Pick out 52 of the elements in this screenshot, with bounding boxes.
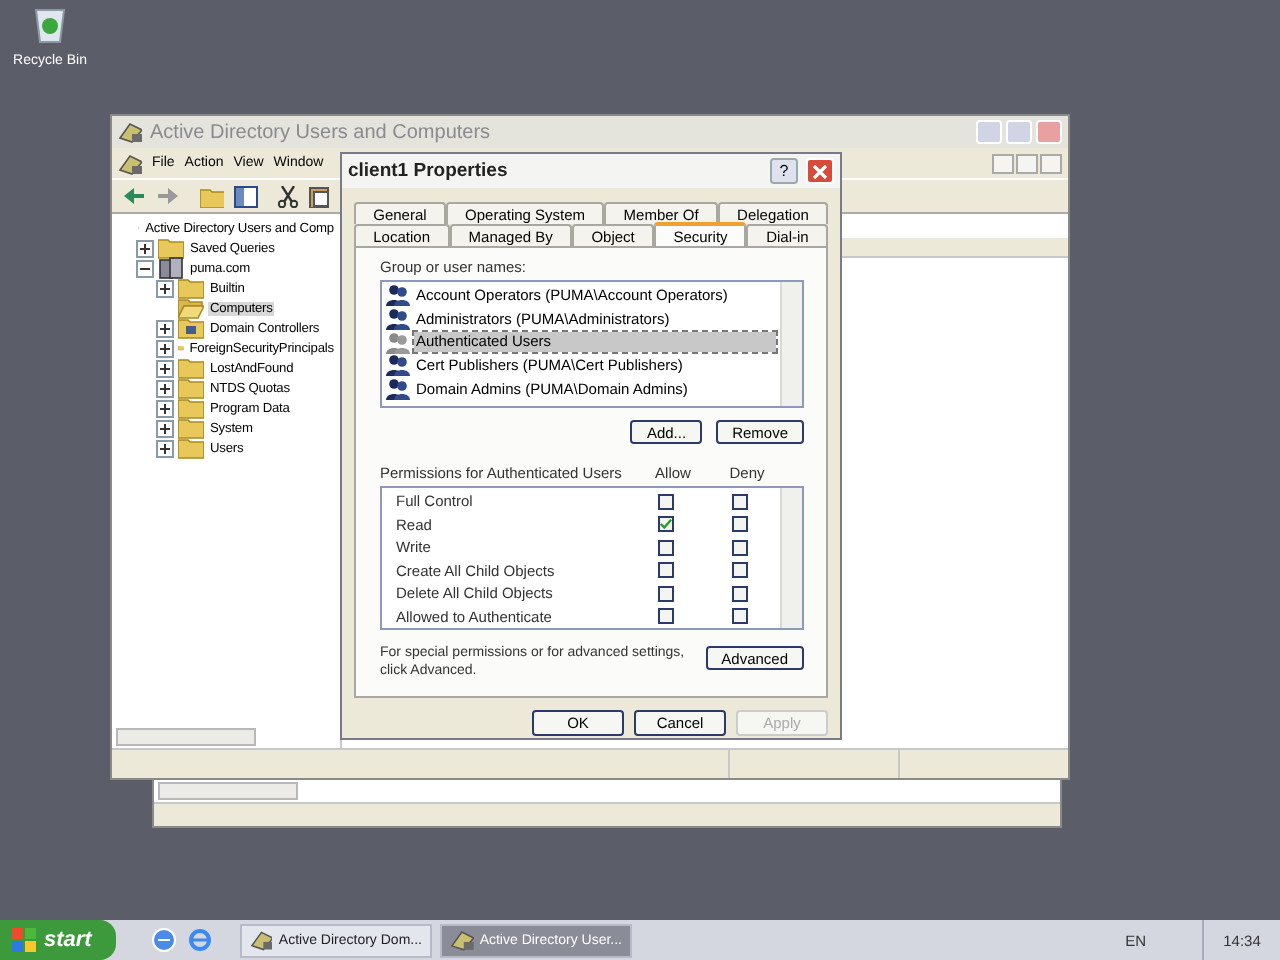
check-icon [659, 518, 671, 531]
app-icon [250, 928, 273, 952]
expand-icon[interactable] [156, 339, 174, 357]
group-icon [386, 308, 410, 331]
scrollbar[interactable] [780, 282, 802, 406]
app-icon [450, 928, 474, 952]
app-icon [118, 120, 142, 144]
recycle-bin-icon [32, 4, 68, 44]
scrollbar[interactable] [116, 728, 256, 746]
checkbox[interactable] [731, 539, 747, 556]
panel-icon [234, 185, 258, 207]
checkbox[interactable] [731, 585, 747, 602]
folder-up-icon [200, 185, 224, 207]
checkbox[interactable] [657, 493, 673, 510]
collapse-icon[interactable] [136, 259, 154, 277]
scrollbar[interactable] [780, 488, 802, 628]
dialog-title: client1 Properties [348, 160, 508, 182]
checkbox[interactable] [731, 562, 747, 579]
start-button[interactable]: start [0, 920, 116, 960]
group-icon [386, 378, 410, 401]
group-icon [386, 284, 410, 307]
domain-icon [158, 256, 184, 280]
expand-icon[interactable] [136, 239, 154, 257]
expand-icon[interactable] [156, 279, 174, 297]
window-title: Active Directory Users and Computers [150, 121, 491, 143]
group-icon [386, 354, 410, 377]
checkbox[interactable] [731, 493, 747, 510]
app-icon [118, 151, 142, 175]
windows-logo-icon [12, 928, 36, 952]
expand-icon[interactable] [156, 419, 174, 437]
expand-icon[interactable] [156, 439, 174, 457]
close-icon [812, 163, 828, 179]
browser-icon [188, 928, 212, 952]
checkbox[interactable] [657, 608, 673, 625]
expand-icon[interactable] [156, 359, 174, 377]
checkbox[interactable] [731, 516, 747, 533]
back-arrow-icon [122, 186, 146, 206]
checkbox[interactable] [657, 585, 673, 602]
expand-icon[interactable] [156, 399, 174, 417]
expand-icon[interactable] [156, 379, 174, 397]
forward-arrow-icon [156, 186, 180, 206]
group-icon [386, 331, 410, 354]
clipboard-icon [308, 185, 330, 207]
expand-icon[interactable] [156, 319, 174, 337]
checkbox[interactable] [657, 539, 673, 556]
checkbox[interactable] [731, 608, 747, 625]
scrollbar[interactable] [158, 782, 298, 800]
checkbox[interactable] [657, 516, 673, 533]
help-button[interactable]: ? [770, 158, 798, 184]
checkbox[interactable] [657, 562, 673, 579]
open-folder-icon [178, 296, 204, 320]
scissors-icon [278, 185, 298, 207]
